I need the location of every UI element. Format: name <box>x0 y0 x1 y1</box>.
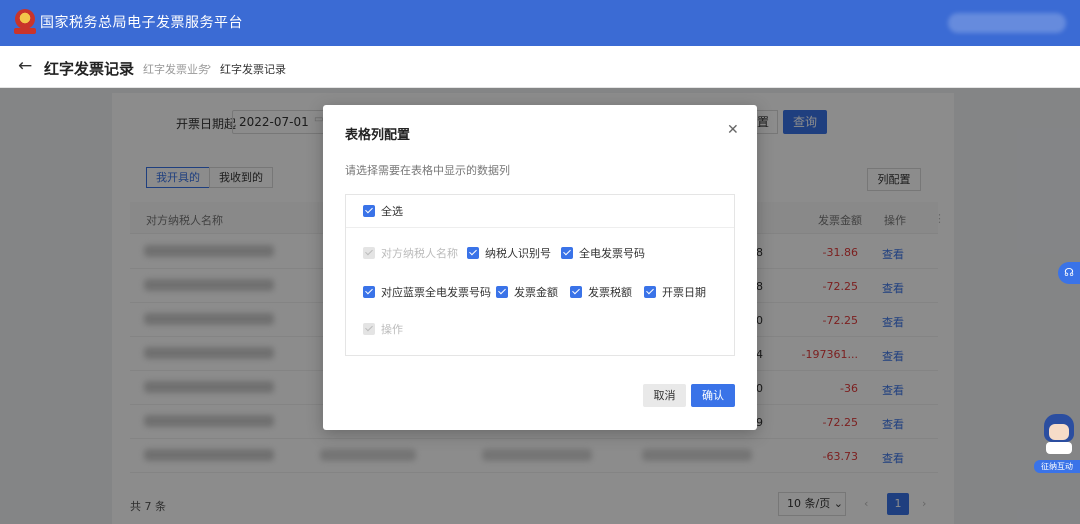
checkbox-checked-icon <box>363 323 375 335</box>
column-config-modal: 表格列配置 ✕ 请选择需要在表格中显示的数据列 全选 对方纳税人名称 纳税人识别… <box>323 105 757 430</box>
checkbox-operation: 操作 <box>363 322 403 336</box>
top-header: 国家税务总局电子发票服务平台 <box>0 0 1080 46</box>
select-all-checkbox[interactable]: 全选 <box>363 204 403 218</box>
breadcrumb-item-red-invoice-business[interactable]: 红字发票业务 <box>143 61 209 77</box>
checkbox-tax-amount[interactable]: 发票税额 <box>570 285 632 299</box>
checkbox-checked-icon <box>467 247 479 259</box>
customer-service-headset-icon[interactable]: ☊ <box>1058 262 1080 284</box>
option-label: 纳税人识别号 <box>485 247 551 260</box>
select-all-label: 全选 <box>381 205 403 218</box>
site-title: 国家税务总局电子发票服务平台 <box>40 15 243 31</box>
checkbox-checked-icon <box>496 286 508 298</box>
checkbox-counterparty-name: 对方纳税人名称 <box>363 246 458 260</box>
checkbox-checked-icon <box>561 247 573 259</box>
column-options-box: 全选 对方纳税人名称 纳税人识别号 全电发票号码 对应蓝票全电发票号码 发票金额… <box>345 194 735 356</box>
option-label: 开票日期 <box>662 286 706 299</box>
checkbox-taxpayer-id[interactable]: 纳税人识别号 <box>467 246 551 260</box>
tax-emblem-logo <box>14 9 36 35</box>
modal-title: 表格列配置 <box>345 128 411 143</box>
option-label: 操作 <box>381 323 403 336</box>
checkbox-amount[interactable]: 发票金额 <box>496 285 558 299</box>
cancel-button[interactable]: 取消 <box>643 384 686 407</box>
divider <box>346 227 734 228</box>
breadcrumb-item-current: 红字发票记录 <box>220 63 286 76</box>
option-label: 全电发票号码 <box>579 247 645 260</box>
option-label: 对方纳税人名称 <box>381 247 458 260</box>
checkbox-issue-date[interactable]: 开票日期 <box>644 285 706 299</box>
checkbox-checked-icon <box>363 205 375 217</box>
checkbox-checked-icon <box>363 286 375 298</box>
checkbox-checked-icon <box>363 247 375 259</box>
modal-description: 请选择需要在表格中显示的数据列 <box>345 164 510 177</box>
checkbox-checked-icon <box>570 286 582 298</box>
page-title: 红字发票记录 <box>44 60 135 78</box>
breadcrumb-bar: ← 红字发票记录 红字发票业务 › 红字发票记录 <box>0 46 1080 88</box>
option-label: 发票税额 <box>588 286 632 299</box>
checkbox-checked-icon <box>644 286 656 298</box>
checkbox-invoice-number[interactable]: 全电发票号码 <box>561 246 645 260</box>
robot-label[interactable]: 征纳互动 <box>1034 460 1080 473</box>
option-label: 对应蓝票全电发票号码 <box>381 286 491 299</box>
close-icon[interactable]: ✕ <box>727 122 739 138</box>
option-label: 发票金额 <box>514 286 558 299</box>
user-info[interactable] <box>948 13 1066 33</box>
confirm-button[interactable]: 确认 <box>691 384 735 407</box>
breadcrumb-separator-icon: › <box>207 60 212 73</box>
assistant-robot-avatar[interactable] <box>1038 412 1080 462</box>
back-arrow-icon[interactable]: ← <box>18 56 32 76</box>
checkbox-blue-invoice-number[interactable]: 对应蓝票全电发票号码 <box>363 285 491 299</box>
